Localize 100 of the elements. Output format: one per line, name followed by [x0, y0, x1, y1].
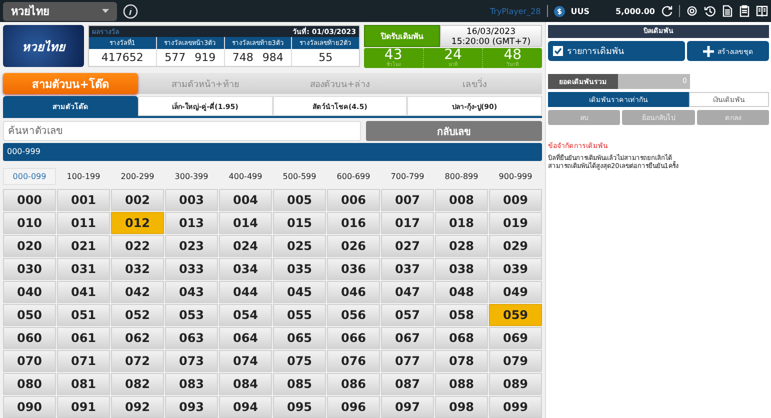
number-button[interactable]: 094 — [219, 396, 272, 418]
number-button[interactable]: 082 — [111, 373, 164, 395]
number-button[interactable]: 007 — [381, 189, 434, 211]
number-button[interactable]: 012 — [111, 212, 164, 234]
number-button[interactable]: 023 — [165, 235, 218, 257]
history-icon[interactable] — [704, 5, 716, 17]
number-button[interactable]: 022 — [111, 235, 164, 257]
number-button[interactable]: 066 — [327, 327, 380, 349]
number-button[interactable]: 078 — [435, 350, 488, 372]
number-button[interactable]: 053 — [165, 304, 218, 326]
number-button[interactable]: 051 — [57, 304, 110, 326]
number-button[interactable]: 088 — [435, 373, 488, 395]
number-button[interactable]: 003 — [165, 189, 218, 211]
number-button[interactable]: 005 — [273, 189, 326, 211]
number-button[interactable]: 031 — [57, 258, 110, 280]
number-button[interactable]: 009 — [489, 189, 542, 211]
number-button[interactable]: 059 — [489, 304, 542, 326]
number-button[interactable]: 048 — [435, 281, 488, 303]
number-button[interactable]: 091 — [57, 396, 110, 418]
range-tab[interactable]: 600-699 — [327, 168, 380, 185]
range-tab[interactable]: 000-099 — [3, 168, 56, 185]
number-button[interactable]: 080 — [3, 373, 56, 395]
number-button[interactable]: 055 — [273, 304, 326, 326]
number-button[interactable]: 035 — [273, 258, 326, 280]
number-button[interactable]: 054 — [219, 304, 272, 326]
info-icon[interactable] — [123, 4, 138, 18]
number-button[interactable]: 076 — [327, 350, 380, 372]
number-button[interactable]: 077 — [381, 350, 434, 372]
number-button[interactable]: 083 — [165, 373, 218, 395]
number-button[interactable]: 063 — [165, 327, 218, 349]
number-button[interactable]: 017 — [381, 212, 434, 234]
number-button[interactable]: 085 — [273, 373, 326, 395]
number-button[interactable]: 021 — [57, 235, 110, 257]
number-button[interactable]: 020 — [3, 235, 56, 257]
number-button[interactable]: 092 — [111, 396, 164, 418]
number-button[interactable]: 015 — [273, 212, 326, 234]
number-button[interactable]: 034 — [219, 258, 272, 280]
number-button[interactable]: 058 — [435, 304, 488, 326]
number-button[interactable]: 087 — [381, 373, 434, 395]
number-button[interactable]: 073 — [165, 350, 218, 372]
number-button[interactable]: 010 — [3, 212, 56, 234]
range-tab[interactable]: 200-299 — [111, 168, 164, 185]
number-button[interactable]: 002 — [111, 189, 164, 211]
number-button[interactable]: 052 — [111, 304, 164, 326]
number-button[interactable]: 029 — [489, 235, 542, 257]
range-tab[interactable]: 500-599 — [273, 168, 326, 185]
number-button[interactable]: 099 — [489, 396, 542, 418]
number-button[interactable]: 062 — [111, 327, 164, 349]
range-tab[interactable]: 900-999 — [489, 168, 542, 185]
number-button[interactable]: 086 — [327, 373, 380, 395]
number-button[interactable]: 014 — [219, 212, 272, 234]
number-button[interactable]: 040 — [3, 281, 56, 303]
number-button[interactable]: 027 — [381, 235, 434, 257]
number-button[interactable]: 060 — [3, 327, 56, 349]
number-button[interactable]: 049 — [489, 281, 542, 303]
range-tab[interactable]: 300-399 — [165, 168, 218, 185]
number-button[interactable]: 095 — [273, 396, 326, 418]
number-button[interactable]: 061 — [57, 327, 110, 349]
number-button[interactable]: 090 — [3, 396, 56, 418]
number-button[interactable]: 089 — [489, 373, 542, 395]
number-button[interactable]: 056 — [327, 304, 380, 326]
number-button[interactable]: 068 — [435, 327, 488, 349]
number-button[interactable]: 098 — [435, 396, 488, 418]
range-tab[interactable]: 100-199 — [57, 168, 110, 185]
search-field[interactable]: ค้นหาตัวเลข — [3, 121, 361, 141]
number-button[interactable]: 084 — [219, 373, 272, 395]
number-button[interactable]: 050 — [3, 304, 56, 326]
number-button[interactable]: 028 — [435, 235, 488, 257]
number-button[interactable]: 072 — [111, 350, 164, 372]
number-button[interactable]: 016 — [327, 212, 380, 234]
number-button[interactable]: 074 — [219, 350, 272, 372]
checkbox[interactable] — [553, 46, 563, 56]
refresh-icon[interactable] — [661, 5, 673, 17]
number-button[interactable]: 065 — [273, 327, 326, 349]
settings-icon[interactable] — [686, 5, 698, 17]
number-button[interactable]: 024 — [219, 235, 272, 257]
number-button[interactable]: 033 — [165, 258, 218, 280]
number-button[interactable]: 037 — [381, 258, 434, 280]
number-button[interactable]: 079 — [489, 350, 542, 372]
lottery-select[interactable]: หวยไทย — [3, 2, 117, 20]
number-button[interactable]: 013 — [165, 212, 218, 234]
number-button[interactable]: 046 — [327, 281, 380, 303]
number-button[interactable]: 043 — [165, 281, 218, 303]
number-button[interactable]: 030 — [3, 258, 56, 280]
number-button[interactable]: 045 — [273, 281, 326, 303]
number-button[interactable]: 096 — [327, 396, 380, 418]
number-button[interactable]: 075 — [273, 350, 326, 372]
number-button[interactable]: 042 — [111, 281, 164, 303]
number-button[interactable]: 047 — [381, 281, 434, 303]
number-button[interactable]: 000 — [3, 189, 56, 211]
number-button[interactable]: 093 — [165, 396, 218, 418]
number-button[interactable]: 041 — [57, 281, 110, 303]
number-button[interactable]: 001 — [57, 189, 110, 211]
number-button[interactable]: 008 — [435, 189, 488, 211]
number-button[interactable]: 097 — [381, 396, 434, 418]
number-button[interactable]: 039 — [489, 258, 542, 280]
number-button[interactable]: 026 — [327, 235, 380, 257]
number-button[interactable]: 064 — [219, 327, 272, 349]
number-button[interactable]: 019 — [489, 212, 542, 234]
number-button[interactable]: 006 — [327, 189, 380, 211]
